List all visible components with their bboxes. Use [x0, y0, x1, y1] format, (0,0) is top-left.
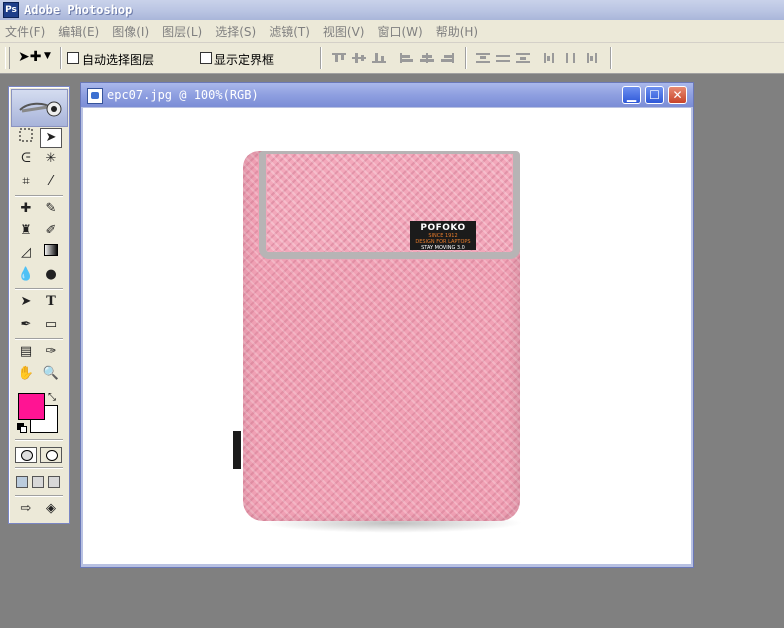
sleeve-flap: [259, 151, 520, 259]
brush-tool-icon[interactable]: ✎: [40, 199, 62, 219]
close-button[interactable]: ✕: [668, 86, 687, 104]
menu-window[interactable]: 窗口(W): [372, 23, 430, 40]
full-screen-mode-icon[interactable]: [48, 476, 60, 488]
gradient-tool-icon[interactable]: [40, 243, 62, 263]
app-title: Adobe Photoshop: [24, 3, 133, 17]
show-bounding-box-label: 显示定界框: [214, 53, 275, 67]
menu-help[interactable]: 帮助(H): [431, 23, 486, 40]
tool-preset-picker[interactable]: ➤✚ ▼: [18, 49, 52, 67]
align-bottom-icon[interactable]: [372, 53, 386, 63]
menu-filter[interactable]: 滤镜(T): [264, 23, 318, 40]
notes-tool-icon[interactable]: ▤: [15, 342, 37, 362]
distribute-left-icon[interactable]: [544, 53, 558, 63]
auto-select-layer-label: 自动选择图层: [82, 53, 155, 67]
menu-view[interactable]: 视图(V): [318, 23, 373, 40]
app-title-bar: Ps Adobe Photoshop: [0, 0, 784, 20]
show-bounding-box-checkbox[interactable]: [200, 52, 212, 64]
align-right-icon[interactable]: [440, 53, 454, 63]
menu-edit[interactable]: 编辑(E): [53, 23, 107, 40]
divider: [465, 47, 467, 69]
options-bar: ➤✚ ▼ 自动选择图层 显示定界框: [0, 43, 784, 74]
minimize-button[interactable]: ▁: [622, 86, 641, 104]
path-selection-tool-icon[interactable]: ➤: [15, 292, 37, 312]
auto-select-layer-checkbox[interactable]: [67, 52, 79, 64]
clone-stamp-tool-icon[interactable]: ♜: [15, 221, 37, 241]
pen-tool-icon[interactable]: ✒: [15, 315, 37, 335]
magic-wand-tool-icon[interactable]: ✳: [40, 149, 62, 169]
full-screen-menu-mode-icon[interactable]: [32, 476, 44, 488]
crop-tool-icon[interactable]: ⌗: [15, 172, 37, 192]
brand-name: POFOKO: [420, 223, 466, 233]
zoom-tool-icon[interactable]: 🔍: [40, 364, 62, 384]
standard-screen-mode-icon[interactable]: [16, 476, 28, 488]
default-colors-icon[interactable]: [17, 423, 27, 433]
menu-image[interactable]: 图像(I): [107, 23, 157, 40]
menu-file[interactable]: 文件(F): [0, 23, 53, 40]
divider: [15, 495, 63, 497]
toolbox-header[interactable]: [11, 89, 68, 127]
type-tool-icon[interactable]: T: [40, 292, 62, 312]
menu-layer[interactable]: 图层(L): [157, 23, 210, 40]
eye-feather-icon: [19, 101, 62, 117]
eraser-tool-icon[interactable]: ◿: [15, 243, 37, 263]
standard-mode-button[interactable]: [15, 447, 37, 463]
swap-colors-icon[interactable]: ⤡: [48, 392, 56, 403]
shape-tool-icon[interactable]: ▭: [40, 315, 62, 335]
lasso-tool-icon[interactable]: ᕮ: [15, 149, 37, 169]
divider: [15, 338, 63, 340]
menu-bar: 文件(F) 编辑(E) 图像(I) 图层(L) 选择(S) 滤镜(T) 视图(V…: [0, 20, 784, 43]
healing-brush-tool-icon[interactable]: ✚: [15, 199, 37, 219]
document-window: epc07.jpg @ 100%(RGB) ▁ ☐ ✕ POFOKO SINCE…: [80, 82, 694, 568]
divider: [15, 467, 63, 469]
align-top-icon[interactable]: [332, 53, 346, 63]
distribute-horizontal-center-icon[interactable]: [564, 53, 578, 63]
distribute-bottom-icon[interactable]: [516, 53, 530, 63]
hand-tool-icon[interactable]: ✋: [15, 364, 37, 384]
photoshop-app-icon[interactable]: Ps: [3, 2, 19, 18]
marquee-tool-icon[interactable]: [15, 128, 37, 148]
blur-tool-icon[interactable]: 💧: [15, 265, 37, 285]
divider: [320, 47, 322, 69]
brand-motto: STAY MOVING 3.0: [421, 245, 465, 251]
brand-label: POFOKO SINCE 1912 DESIGN FOR LAPTOPS STA…: [410, 221, 476, 251]
align-horizontal-center-icon[interactable]: [420, 53, 434, 63]
divider: [15, 439, 63, 441]
document-title-bar[interactable]: epc07.jpg @ 100%(RGB) ▁ ☐ ✕: [81, 83, 693, 107]
chevron-down-icon: ▼: [44, 51, 51, 61]
eyedropper-tool-icon[interactable]: ✑: [40, 342, 62, 362]
side-tag: [233, 431, 241, 469]
history-brush-tool-icon[interactable]: ✐: [40, 221, 62, 241]
divider: [15, 288, 63, 290]
divider: [15, 195, 63, 197]
toolbox-panel: ➤ ᕮ ✳ ⌗ ⁄ ✚ ✎ ♜ ✐ ◿ 💧 ● ➤ T ✒ ▭ ▤ ✑ ✋ 🔍 …: [8, 86, 70, 524]
align-vertical-center-icon[interactable]: [352, 53, 366, 63]
jump-to-imageready-icon-2[interactable]: ◈: [40, 499, 62, 519]
document-icon: [87, 88, 103, 104]
document-title: epc07.jpg @ 100%(RGB): [107, 88, 259, 102]
dodge-tool-icon[interactable]: ●: [40, 265, 62, 285]
move-tool-icon[interactable]: ➤: [40, 128, 62, 148]
distribute-vertical-center-icon[interactable]: [496, 53, 510, 63]
distribute-top-icon[interactable]: [476, 53, 490, 63]
divider: [610, 47, 612, 69]
options-grip[interactable]: [5, 47, 10, 69]
maximize-button[interactable]: ☐: [645, 86, 664, 104]
divider: [60, 47, 62, 69]
jump-to-imageready-icon[interactable]: ⇨: [15, 499, 37, 519]
document-canvas[interactable]: POFOKO SINCE 1912 DESIGN FOR LAPTOPS STA…: [83, 108, 691, 564]
distribute-right-icon[interactable]: [584, 53, 598, 63]
foreground-color-swatch-top[interactable]: [18, 393, 45, 420]
align-left-icon[interactable]: [400, 53, 414, 63]
menu-select[interactable]: 选择(S): [210, 23, 264, 40]
slice-tool-icon[interactable]: ⁄: [40, 172, 62, 192]
quick-mask-mode-button[interactable]: [40, 447, 62, 463]
move-tool-icon: ➤✚: [18, 49, 42, 65]
